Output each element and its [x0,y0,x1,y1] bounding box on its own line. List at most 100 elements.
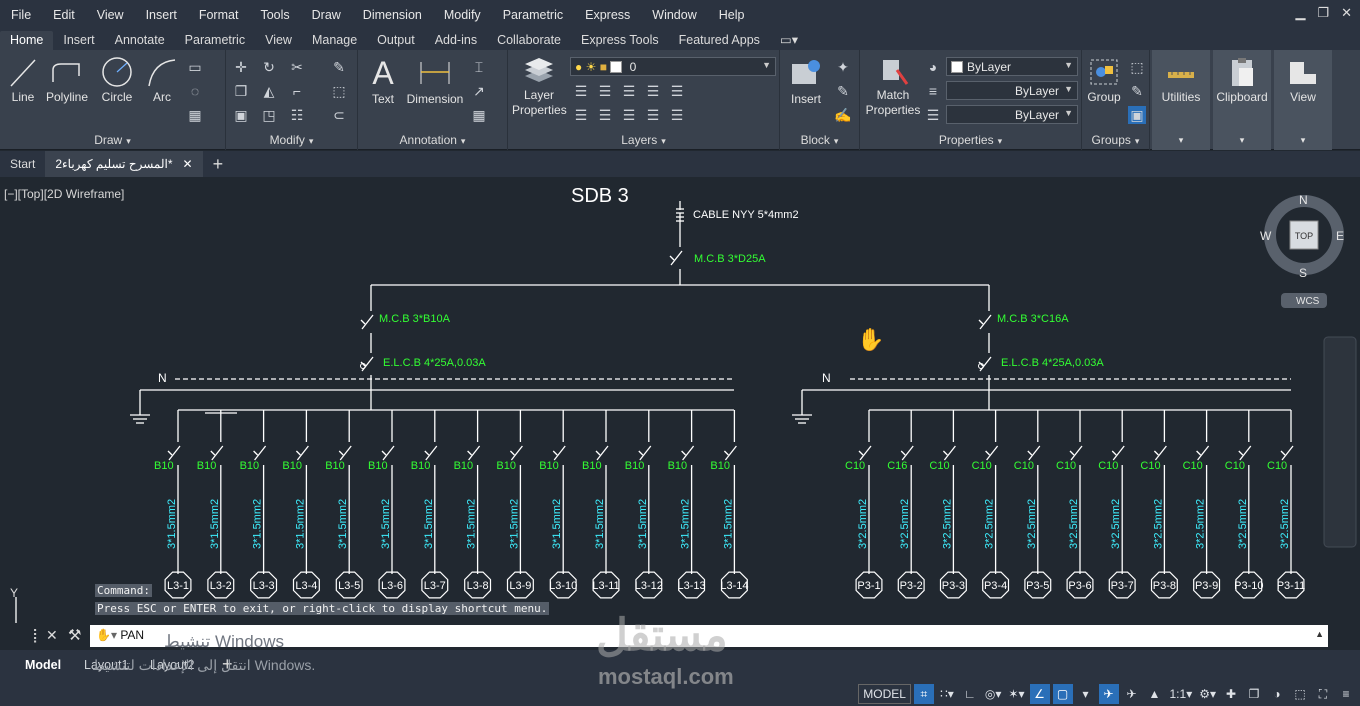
color-wheel-icon[interactable]: ◕ [924,58,942,76]
fullscreen-icon[interactable]: ⛶ [1313,684,1333,704]
tab-featured-apps[interactable]: Featured Apps [669,31,770,50]
tab-express-tools[interactable]: Express Tools [571,31,669,50]
tab-output[interactable]: Output [367,31,425,50]
text-button[interactable]: A Text [366,56,400,107]
groups-panel-label[interactable]: Groups ▾ [1082,133,1149,147]
clipboard-button[interactable]: Clipboard ▾ [1213,50,1271,150]
menu-window[interactable]: Window [641,8,707,22]
linetype-dropdown[interactable]: ByLayer ▼ [946,81,1078,100]
ortho-icon[interactable]: ∟ [960,684,980,704]
erase-icon[interactable]: ✎ [330,58,348,76]
tab-add-ins[interactable]: Add-ins [425,31,487,50]
menu-view[interactable]: View [86,8,135,22]
array-icon[interactable]: ☷ [288,106,306,124]
layer-tool-6-icon[interactable]: ☰ [572,106,590,124]
menu-draw[interactable]: Draw [301,8,352,22]
mirror-icon[interactable]: ◭ [260,82,278,100]
drawing-canvas[interactable]: SDB 3 CABLE NYY 5*4mm2 M.C.B 3*D25A M.C.B 3… [0,177,1360,647]
gear-icon[interactable]: ⚙▾ [1197,684,1218,704]
layer-tool-3-icon[interactable]: ☰ [620,82,638,100]
layer-tool-9-icon[interactable]: ☰ [644,106,662,124]
annotation-visibility-icon[interactable]: ✈ [1098,684,1119,704]
attribute-icon[interactable]: ✍ [834,106,852,124]
trim-icon[interactable]: ✂ [288,58,306,76]
linear-dim-icon[interactable]: ⌶ [470,58,488,76]
rotate-icon[interactable]: ↻ [260,58,278,76]
tab-start[interactable]: Start [0,151,45,177]
line-button[interactable]: Line [8,56,38,105]
draw-panel-label[interactable]: Draw ▾ [0,133,225,147]
leader-icon[interactable]: ↗ [470,82,488,100]
close-tab-icon[interactable]: ✕ [183,157,193,171]
tab-manage[interactable]: Manage [302,31,367,50]
close-icon[interactable]: ✕ [1341,5,1352,21]
tab-document[interactable]: المسرح تسليم كهرباء2* ✕ [45,151,203,177]
layer-properties-button[interactable]: Layer Properties [512,56,567,118]
hardware-accel-icon[interactable]: ◑ [1267,684,1287,704]
explode-icon[interactable]: ⬚ [330,82,348,100]
osnap-options-icon[interactable]: ▾ [1076,684,1096,704]
layer-tool-1-icon[interactable]: ☰ [572,82,590,100]
rectangle-icon[interactable]: ▭ [186,58,204,76]
layer-dropdown[interactable]: ● ☀ ■ 0 ▼ [570,57,776,76]
grid-icon[interactable]: ⌗ [913,684,934,704]
layer-tool-2-icon[interactable]: ☰ [596,82,614,100]
plus-icon[interactable]: ✚ [1221,684,1241,704]
model-space-toggle[interactable]: MODEL [858,684,911,704]
tab-home[interactable]: Home [0,31,54,50]
layers-panel-label[interactable]: Layers ▾ [508,133,779,147]
layer-tool-10-icon[interactable]: ☰ [668,106,686,124]
table-icon[interactable]: ▦ [470,106,488,124]
restore-icon[interactable]: ❐ [1317,5,1329,21]
menu-insert[interactable]: Insert [135,8,188,22]
ungroup-icon[interactable]: ⬚ [1128,58,1146,76]
circle-button[interactable]: Circle [98,56,136,105]
copy-icon[interactable]: ❐ [232,82,250,100]
edit-block-icon[interactable]: ✎ [834,82,852,100]
move-icon[interactable]: ✛ [232,58,250,76]
layer-tool-8-icon[interactable]: ☰ [620,106,638,124]
view-button[interactable]: View ▾ [1274,50,1332,150]
arc-button[interactable]: Arc [145,56,179,105]
polar-icon[interactable]: ◎▾ [983,684,1004,704]
isodraft-icon[interactable]: ✶▾ [1006,684,1026,704]
boundary-icon[interactable]: ▦ [186,106,204,124]
menu-parametric[interactable]: Parametric [492,8,574,22]
lineweight-icon[interactable]: ☰ [924,106,942,124]
menu-format[interactable]: Format [188,8,250,22]
customize-icon[interactable]: ≡ [1336,684,1356,704]
snap-icon[interactable]: ∷▾ [937,684,957,704]
ribbon-options-icon[interactable]: ▭▾ [770,30,808,50]
tab-parametric[interactable]: Parametric [175,31,255,50]
scale-dropdown[interactable]: 1:1 ▾ [1168,684,1195,704]
minimize-icon[interactable]: ▁ [1295,5,1305,21]
scale-icon[interactable]: ◳ [260,106,278,124]
layer-tool-4-icon[interactable]: ☰ [644,82,662,100]
insert-button[interactable]: Insert [784,56,828,107]
chevron-up-icon[interactable]: ▲ [1315,629,1324,639]
color-dropdown[interactable]: ByLayer ▼ [946,57,1078,76]
menu-tools[interactable]: Tools [249,8,300,22]
close-icon[interactable]: ✕ [46,627,58,644]
tab-collaborate[interactable]: Collaborate [487,31,571,50]
lineweight-dropdown[interactable]: ByLayer ▼ [946,105,1078,124]
fillet-icon[interactable]: ⌐ [288,82,306,100]
menu-express[interactable]: Express [574,8,641,22]
offset-icon[interactable]: ⊂ [330,106,348,124]
wrench-icon[interactable]: ⚒ [68,626,81,644]
annotation-autoscale-icon[interactable]: ✈ [1122,684,1142,704]
menu-modify[interactable]: Modify [433,8,492,22]
layer-tool-7-icon[interactable]: ☰ [596,106,614,124]
create-block-icon[interactable]: ✦ [834,58,852,76]
tab-model[interactable]: Model [25,658,61,672]
tab-view[interactable]: View [255,31,302,50]
stretch-icon[interactable]: ▣ [232,106,250,124]
new-tab-icon[interactable]: + [203,151,234,177]
tab-annotate[interactable]: Annotate [105,31,175,50]
osnap-icon[interactable]: ▢ [1052,684,1073,704]
tab-insert[interactable]: Insert [53,31,104,50]
layer-tool-5-icon[interactable]: ☰ [668,82,686,100]
group-button[interactable]: Group [1084,56,1124,105]
menu-dimension[interactable]: Dimension [352,8,433,22]
menu-edit[interactable]: Edit [42,8,86,22]
